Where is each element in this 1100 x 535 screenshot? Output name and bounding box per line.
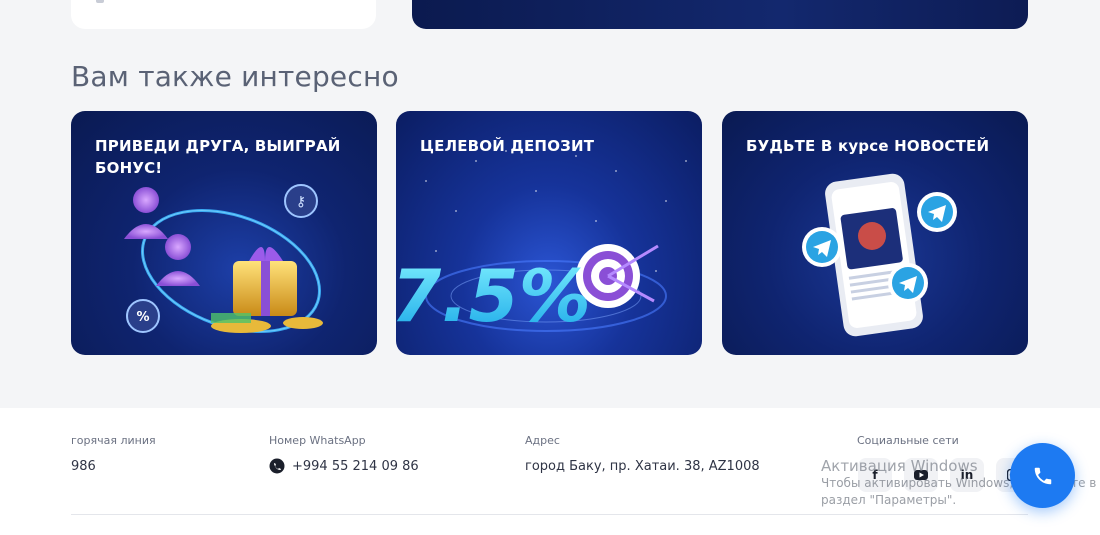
card-title: ПРИВЕДИ ДРУГА, ВЫИГРАЙ БОНУС! [95, 137, 341, 177]
svg-text:⚷: ⚷ [296, 194, 306, 210]
footer-divider [71, 514, 1028, 515]
promo-card-news[interactable]: БУДЬТЕ В курсе НОВОСТЕЙ [722, 111, 1028, 355]
page: Вам также интересно ⚷ % ПРИВЕДИ ДРУГА, В… [0, 0, 1100, 535]
whatsapp-label: Номер WhatsApp [269, 434, 366, 447]
whatsapp-number[interactable]: +994 55 214 09 86 [292, 459, 419, 474]
hotline-number[interactable]: 986 [71, 459, 96, 474]
call-button[interactable] [1010, 443, 1075, 508]
promo-card-target-deposit[interactable]: 7.5% ЦЕЛЕВОЙ ДЕПОЗИТ [396, 111, 702, 355]
hotline-label: горячая линия [71, 434, 156, 447]
address-label: Адрес [525, 434, 560, 447]
previous-banner-dark [412, 0, 1028, 29]
previous-card-text-fragment [96, 0, 104, 3]
card-title: БУДЬТЕ В курсе НОВОСТЕЙ [746, 137, 990, 155]
card-title: ЦЕЛЕВОЙ ДЕПОЗИТ [420, 137, 595, 155]
section-title: Вам также интересно [71, 60, 399, 93]
social-label: Социальные сети [857, 434, 959, 447]
address-value: город Баку, пр. Хатаи. 38, AZ1008 [525, 459, 760, 474]
svg-text:%: % [136, 310, 149, 325]
promo-value-text: 7.5% [396, 254, 591, 338]
previous-card-white [71, 0, 376, 29]
phone-icon [1034, 467, 1051, 484]
whatsapp-icon [269, 458, 285, 474]
promo-card-refer-friend[interactable]: ⚷ % ПРИВЕДИ ДРУГА, ВЫИГРАЙ БОНУС! [71, 111, 377, 355]
telegram-icon [917, 192, 957, 232]
